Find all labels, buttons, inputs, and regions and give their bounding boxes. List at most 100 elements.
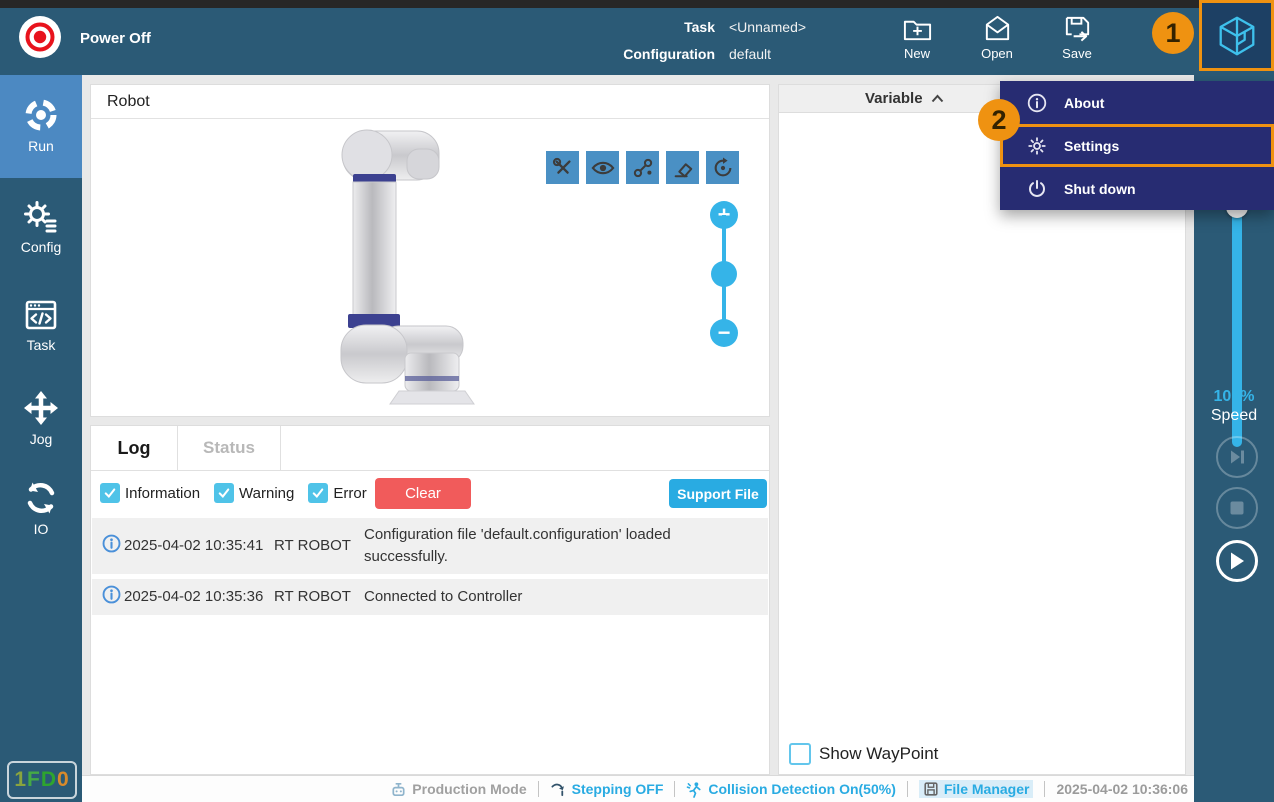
sidebar-item-io[interactable]: IO [0, 480, 82, 537]
zoom-out-button[interactable]: − [710, 319, 738, 347]
sidebar-item-run[interactable]: Run [0, 75, 82, 178]
io-swap-icon [27, 482, 55, 514]
open-button[interactable]: Open [964, 13, 1030, 61]
warning-checkbox[interactable] [214, 483, 235, 503]
eraser-button[interactable] [666, 151, 699, 184]
new-folder-icon [903, 20, 931, 41]
sidebar-item-config-label: Config [20, 239, 62, 255]
stepping-label: Stepping OFF [571, 781, 664, 797]
menu-item-settings-label: Settings [1064, 137, 1120, 154]
show-waypoint-label: Show WayPoint [819, 744, 939, 763]
statusbar-divider [537, 781, 539, 797]
visibility-button[interactable] [586, 151, 619, 184]
information-checkbox[interactable] [100, 483, 120, 503]
status-code-char: 1 [14, 768, 27, 791]
log-entry-list: 2025-04-02 10:35:41 RT ROBOT Configurati… [91, 515, 769, 615]
information-filter-label: Information [125, 484, 201, 502]
task-config-summary: Task <Unnamed> Configuration default [555, 13, 806, 67]
info-icon [102, 534, 121, 553]
zoom-slider-knob[interactable] [711, 261, 737, 287]
log-panel: Log Status Information Warning Error Cle… [90, 425, 770, 775]
controller-status-code: 1 F D 0 [7, 761, 77, 799]
log-entry-time: 2025-04-02 10:35:36 [124, 588, 264, 605]
brand-cube-icon [1219, 16, 1254, 55]
error-filter-label: Error [333, 484, 367, 502]
status-code-char: 0 [57, 768, 70, 791]
log-entry[interactable]: 2025-04-02 10:35:41 RT ROBOT Configurati… [92, 518, 768, 574]
error-checkbox[interactable] [308, 483, 329, 503]
eye-icon [590, 161, 615, 174]
main-menu-button[interactable] [1199, 0, 1274, 71]
status-code-char: F [27, 768, 41, 791]
reset-view-button[interactable] [706, 151, 739, 184]
log-entry-source: RT ROBOT [274, 588, 351, 605]
log-entry[interactable]: 2025-04-02 10:35:36 RT ROBOT Connected t… [92, 578, 768, 615]
window-top-strip [0, 0, 1274, 8]
shutdown-power-icon [1026, 178, 1048, 200]
nav-sidebar: Run Config Task Jog IO 1 F D 0 [0, 75, 82, 802]
sidebar-item-io-label: IO [33, 521, 49, 537]
play-icon [1231, 552, 1244, 570]
clear-log-button[interactable]: Clear [375, 478, 471, 509]
stepping-indicator[interactable]: Stepping OFF [550, 781, 664, 798]
collapse-caret-icon [931, 94, 944, 103]
log-entry-message: Connected to Controller [364, 587, 523, 605]
trajectory-button[interactable] [626, 151, 659, 184]
new-button-label: New [903, 46, 930, 61]
sidebar-item-config[interactable]: Config [0, 198, 82, 255]
configuration-value: default [729, 45, 772, 62]
sidebar-item-task-label: Task [26, 337, 56, 353]
power-button[interactable] [19, 16, 61, 58]
trajectory-icon [633, 158, 652, 177]
topbar: Power Off Task <Unnamed> Configuration d… [0, 8, 1274, 75]
stop-icon [1230, 501, 1244, 515]
settings-gear-icon [1026, 135, 1048, 157]
new-button[interactable]: New [884, 13, 950, 61]
robot-view-toolbar [546, 151, 739, 184]
task-value: <Unnamed> [729, 18, 807, 35]
collision-detection-icon [687, 781, 701, 798]
eraser-icon [674, 162, 692, 177]
log-entry-time: 2025-04-02 10:35:41 [124, 537, 264, 555]
save-button[interactable]: Save [1044, 13, 1110, 61]
statusbar-divider [674, 781, 676, 797]
run-icon [25, 99, 57, 131]
menu-item-shutdown[interactable]: Shut down [1000, 167, 1274, 210]
stop-button[interactable] [1216, 487, 1258, 529]
open-envelope-icon [985, 15, 1009, 41]
show-waypoint-row: Show WayPoint [789, 743, 938, 765]
annotation-step-1-badge: 1 [1152, 12, 1194, 54]
statusbar-clock: 2025-04-02 10:36:06 [1056, 781, 1188, 797]
play-button[interactable] [1216, 540, 1258, 582]
file-manager-label: File Manager [943, 781, 1030, 797]
sidebar-item-run-label: Run [28, 138, 54, 154]
tools-icon [552, 157, 571, 174]
step-button[interactable] [1216, 436, 1258, 478]
check-icon [313, 488, 324, 499]
task-code-icon [25, 300, 57, 330]
sidebar-item-jog[interactable]: Jog [0, 390, 82, 447]
step-icon [1231, 450, 1244, 464]
main-menu-dropdown: About Settings Shut down [1000, 81, 1274, 210]
collision-detection-indicator[interactable]: Collision Detection On(50%) [686, 781, 896, 798]
save-disk-icon [1065, 16, 1089, 42]
tab-log[interactable]: Log [91, 426, 178, 470]
tab-status[interactable]: Status [178, 426, 281, 470]
support-file-button[interactable]: Support File [669, 479, 767, 508]
file-manager-icon [924, 782, 938, 796]
production-mode-indicator[interactable]: Production Mode [390, 781, 527, 798]
menu-item-shutdown-label: Shut down [1064, 180, 1136, 197]
tools-button[interactable] [546, 151, 579, 184]
app-window: Power Off Task <Unnamed> Configuration d… [0, 0, 1274, 802]
variable-panel-title: Variable [865, 90, 923, 107]
sidebar-item-jog-label: Jog [29, 431, 53, 447]
file-manager-button[interactable]: File Manager [918, 780, 1034, 798]
show-waypoint-checkbox[interactable] [789, 743, 811, 765]
statusbar-divider [906, 781, 908, 797]
robot-panel: Robot − [90, 84, 770, 417]
menu-item-settings[interactable]: Settings [1000, 124, 1274, 167]
robot-3d-view[interactable] [281, 125, 541, 415]
sidebar-item-task[interactable]: Task [0, 298, 82, 353]
menu-item-about[interactable]: About [1000, 81, 1274, 124]
log-filter-bar: Information Warning Error Clear Support … [91, 471, 769, 515]
